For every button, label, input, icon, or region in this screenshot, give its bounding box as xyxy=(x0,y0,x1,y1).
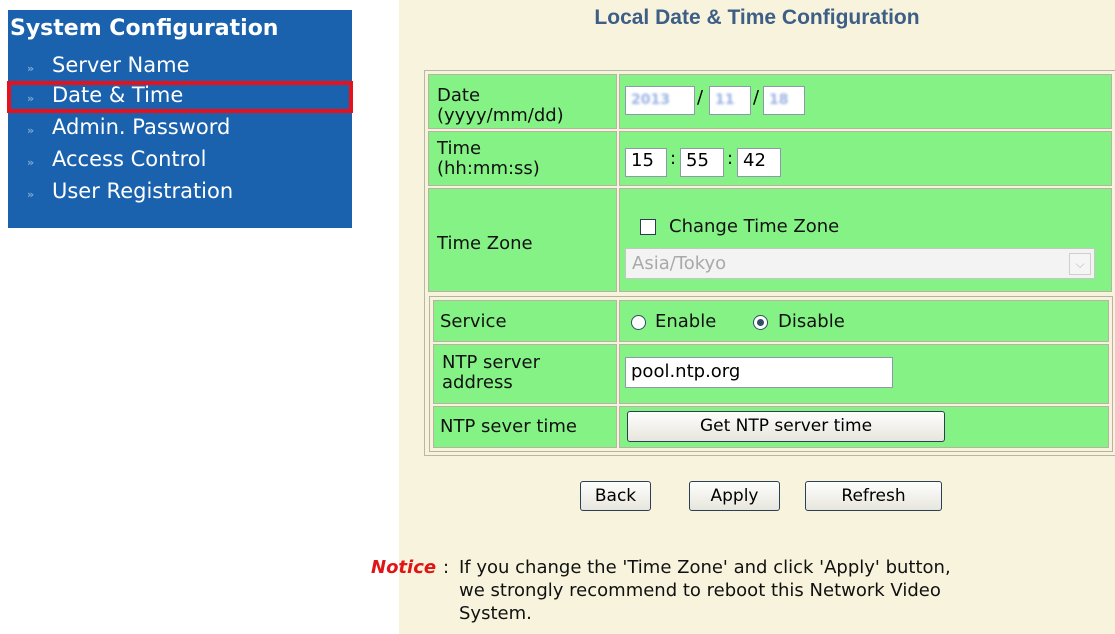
date-time-form: Date (yyyy/mm/dd) 2013 / 11 / 18 Time (h… xyxy=(424,70,1115,456)
ntp-address-label: NTP server address xyxy=(442,353,540,393)
time-label-line1: Time xyxy=(437,138,482,159)
ntp-time-value-cell: Get NTP server time xyxy=(619,406,1109,448)
service-label-cell: Service xyxy=(433,300,617,342)
notice-line3: System. xyxy=(459,603,532,624)
sidebar-item-user-registration[interactable]: » User Registration xyxy=(8,178,352,208)
content-panel: Local Date & Time Configuration Date (yy… xyxy=(399,0,1115,634)
notice-line2: we strongly recommend to reboot this Net… xyxy=(459,580,941,601)
time-label-cell: Time (hh:mm:ss) xyxy=(428,131,617,186)
notice-word: Notice xyxy=(371,557,437,578)
double-chevron-icon: » xyxy=(27,62,34,75)
date-label-line2: (yyyy/mm/dd) xyxy=(437,105,564,126)
ntp-time-label-cell: NTP sever time xyxy=(433,406,617,448)
disable-radio[interactable] xyxy=(753,315,768,330)
date-label: Date (yyyy/mm/dd) xyxy=(437,86,564,126)
ntp-address-label-line1: NTP server xyxy=(442,352,541,373)
disable-radio-label: Disable xyxy=(778,311,845,332)
change-timezone-checkbox[interactable] xyxy=(640,219,656,235)
date-separator: / xyxy=(753,87,760,108)
time-label-line2: (hh:mm:ss) xyxy=(437,158,540,179)
double-chevron-icon: » xyxy=(27,156,34,169)
notice-block: Notice : If you change the 'Time Zone' a… xyxy=(371,556,1115,634)
change-timezone-label: Change Time Zone xyxy=(669,216,840,237)
day-input[interactable]: 18 xyxy=(763,86,805,115)
timezone-value-cell: Change Time Zone Asia/Tokyo ⌵ xyxy=(619,188,1112,292)
time-separator: : xyxy=(670,148,677,169)
page-title: Local Date & Time Configuration xyxy=(594,6,920,29)
service-value-cell: Enable Disable xyxy=(619,300,1109,342)
date-separator: / xyxy=(697,87,704,108)
year-input[interactable]: 2013 xyxy=(625,86,695,115)
sidebar-title: System Configuration xyxy=(10,16,279,41)
timezone-selected-value: Asia/Tokyo xyxy=(632,253,727,274)
refresh-button[interactable]: Refresh xyxy=(805,481,942,511)
ntp-address-label-cell: NTP server address xyxy=(433,344,617,404)
ntp-server-address-input[interactable]: pool.ntp.org xyxy=(625,357,893,388)
date-value-cell: 2013 / 11 / 18 xyxy=(619,74,1112,129)
sidebar-item-date-time[interactable]: » Date & Time xyxy=(7,81,353,113)
enable-radio[interactable] xyxy=(631,315,646,330)
ntp-address-label-line2: address xyxy=(442,372,513,393)
double-chevron-icon: » xyxy=(27,124,34,137)
get-ntp-server-time-button[interactable]: Get NTP server time xyxy=(627,411,945,442)
hour-input[interactable]: 15 xyxy=(625,148,667,177)
month-value: 11 xyxy=(715,92,735,108)
time-value-cell: 15 : 55 : 42 xyxy=(619,131,1112,186)
timezone-select[interactable]: Asia/Tokyo ⌵ xyxy=(625,248,1095,279)
notice-line1: If you change the 'Time Zone' and click … xyxy=(459,557,951,578)
sidebar-menu: System Configuration » Server Name » Dat… xyxy=(7,10,353,228)
double-chevron-icon: » xyxy=(27,92,34,105)
service-label: Service xyxy=(440,311,507,332)
chevron-down-icon: ⌵ xyxy=(1069,253,1091,275)
ntp-address-value-cell: pool.ntp.org xyxy=(619,344,1109,404)
sidebar-item-admin-password[interactable]: » Admin. Password xyxy=(8,114,352,144)
sidebar-item-label: Access Control xyxy=(52,147,207,171)
second-input[interactable]: 42 xyxy=(737,148,781,177)
sidebar-item-server-name[interactable]: » Server Name xyxy=(8,52,352,82)
day-value: 18 xyxy=(769,92,789,108)
minute-input[interactable]: 55 xyxy=(680,148,724,177)
notice-colon: : xyxy=(443,557,450,578)
notice-text: If you change the 'Time Zone' and click … xyxy=(459,556,1115,625)
sidebar-item-label: Date & Time xyxy=(52,83,184,107)
ntp-time-label: NTP sever time xyxy=(440,416,578,437)
time-separator: : xyxy=(727,148,734,169)
time-label: Time (hh:mm:ss) xyxy=(437,139,540,179)
sidebar-item-access-control[interactable]: » Access Control xyxy=(8,146,352,176)
double-chevron-icon: » xyxy=(27,188,34,201)
apply-button[interactable]: Apply xyxy=(689,481,780,511)
timezone-label-cell: Time Zone xyxy=(428,188,617,292)
enable-radio-label: Enable xyxy=(655,311,717,332)
back-button[interactable]: Back xyxy=(580,481,651,511)
timezone-label: Time Zone xyxy=(437,233,533,254)
date-label-line1: Date xyxy=(437,85,481,106)
year-value: 2013 xyxy=(631,92,670,108)
date-label-cell: Date (yyyy/mm/dd) xyxy=(428,74,617,129)
sidebar-item-label: User Registration xyxy=(52,179,234,203)
month-input[interactable]: 11 xyxy=(709,86,751,115)
sidebar-item-label: Server Name xyxy=(52,53,190,77)
sidebar-item-label: Admin. Password xyxy=(52,115,231,139)
